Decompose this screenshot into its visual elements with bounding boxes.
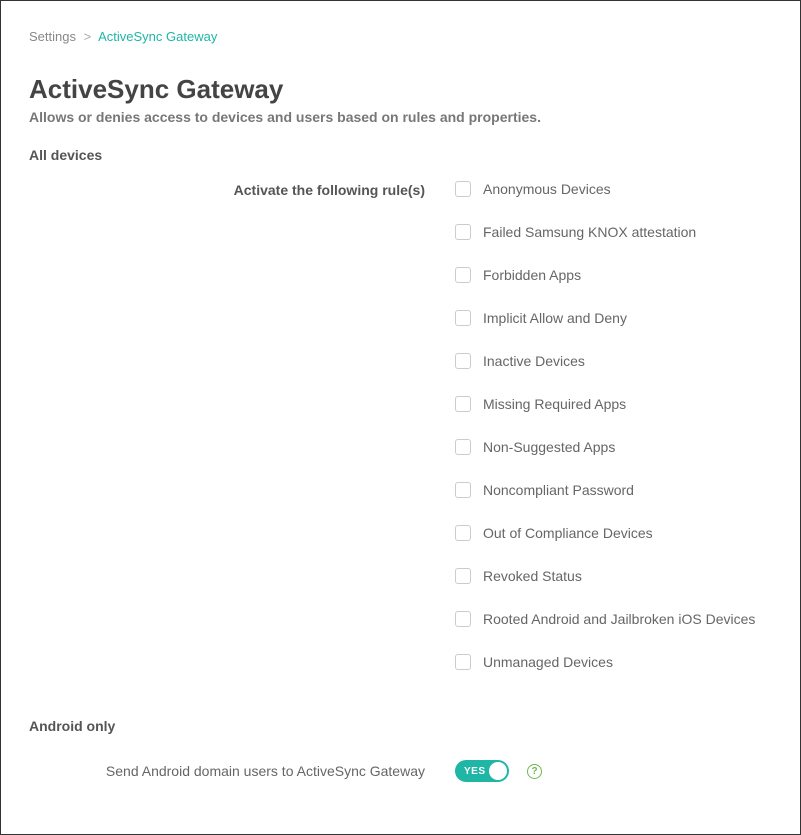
rule-label: Anonymous Devices <box>483 181 611 197</box>
send-android-toggle[interactable]: YES <box>455 760 509 782</box>
toggle-value-label: YES <box>464 766 486 777</box>
rule-label: Failed Samsung KNOX attestation <box>483 224 696 240</box>
rule-unmanaged-devices: Unmanaged Devices <box>455 654 772 670</box>
rule-label: Rooted Android and Jailbroken iOS Device… <box>483 611 755 627</box>
section-all-devices-title: All devices <box>29 147 772 163</box>
rule-non-suggested-apps: Non-Suggested Apps <box>455 439 772 455</box>
page-title: ActiveSync Gateway <box>29 74 772 105</box>
breadcrumb-separator: > <box>84 29 92 44</box>
toggle-knob <box>489 762 507 780</box>
rule-out-of-compliance: Out of Compliance Devices <box>455 525 772 541</box>
rule-label: Inactive Devices <box>483 353 585 369</box>
rule-forbidden-apps: Forbidden Apps <box>455 267 772 283</box>
android-toggle-label: Send Android domain users to ActiveSync … <box>29 763 455 779</box>
section-android: Android only Send Android domain users t… <box>29 718 772 782</box>
checkbox-unmanaged-devices[interactable] <box>455 654 471 670</box>
rule-label: Forbidden Apps <box>483 267 581 283</box>
breadcrumb: Settings > ActiveSync Gateway <box>29 29 772 44</box>
breadcrumb-current[interactable]: ActiveSync Gateway <box>98 29 217 44</box>
rule-label: Non-Suggested Apps <box>483 439 615 455</box>
rules-list: Anonymous Devices Failed Samsung KNOX at… <box>455 181 772 670</box>
checkbox-non-suggested-apps[interactable] <box>455 439 471 455</box>
rules-form-row: Activate the following rule(s) Anonymous… <box>29 181 772 670</box>
breadcrumb-parent[interactable]: Settings <box>29 29 76 44</box>
rule-label: Missing Required Apps <box>483 396 626 412</box>
rule-label: Implicit Allow and Deny <box>483 310 627 326</box>
checkbox-forbidden-apps[interactable] <box>455 267 471 283</box>
rule-revoked-status: Revoked Status <box>455 568 772 584</box>
help-icon[interactable]: ? <box>527 764 542 779</box>
rules-label: Activate the following rule(s) <box>29 181 455 198</box>
rule-label: Unmanaged Devices <box>483 654 613 670</box>
rule-rooted-jailbroken: Rooted Android and Jailbroken iOS Device… <box>455 611 772 627</box>
android-toggle-row: Send Android domain users to ActiveSync … <box>29 760 772 782</box>
checkbox-revoked-status[interactable] <box>455 568 471 584</box>
rule-implicit-allow-deny: Implicit Allow and Deny <box>455 310 772 326</box>
checkbox-missing-required-apps[interactable] <box>455 396 471 412</box>
rule-missing-required-apps: Missing Required Apps <box>455 396 772 412</box>
section-android-title: Android only <box>29 718 772 734</box>
rule-inactive-devices: Inactive Devices <box>455 353 772 369</box>
android-toggle-col: YES ? <box>455 760 772 782</box>
rule-failed-knox: Failed Samsung KNOX attestation <box>455 224 772 240</box>
checkbox-rooted-jailbroken[interactable] <box>455 611 471 627</box>
checkbox-inactive-devices[interactable] <box>455 353 471 369</box>
rule-label: Revoked Status <box>483 568 582 584</box>
checkbox-noncompliant-password[interactable] <box>455 482 471 498</box>
checkbox-anonymous-devices[interactable] <box>455 181 471 197</box>
checkbox-implicit-allow-deny[interactable] <box>455 310 471 326</box>
rule-label: Noncompliant Password <box>483 482 634 498</box>
rule-noncompliant-password: Noncompliant Password <box>455 482 772 498</box>
checkbox-failed-knox[interactable] <box>455 224 471 240</box>
checkbox-out-of-compliance[interactable] <box>455 525 471 541</box>
page-subtitle: Allows or denies access to devices and u… <box>29 109 772 125</box>
rule-anonymous-devices: Anonymous Devices <box>455 181 772 197</box>
rule-label: Out of Compliance Devices <box>483 525 653 541</box>
